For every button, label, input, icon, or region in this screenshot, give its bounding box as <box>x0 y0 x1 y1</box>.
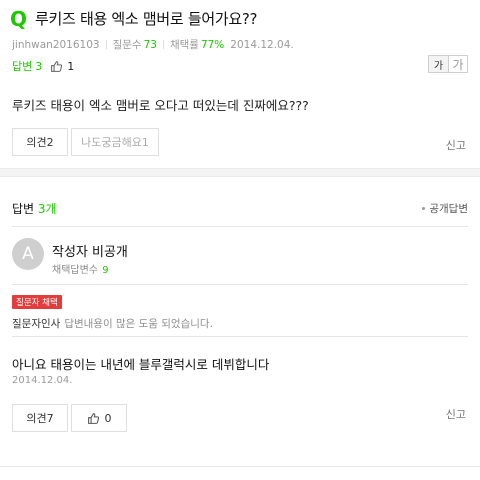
answer-date: 2014.12.04. <box>12 375 73 386</box>
public-answer-link[interactable]: 공개답변 <box>422 201 468 216</box>
meta-divider <box>162 40 164 49</box>
question-title-row: Q 루키즈 태용 엑소 맴버로 들어가요?? <box>10 6 258 31</box>
divider <box>12 226 468 227</box>
answer-adopt-count: 채택답변수 9 <box>52 261 109 276</box>
thanks-label: 질문자인사 <box>12 318 61 330</box>
thumbs-up-icon <box>87 412 99 424</box>
question-title: 루키즈 태용 엑소 맴버로 들어가요?? <box>35 10 258 28</box>
questioner-thanks: 질문자인사 답변내용이 많은 도움 되었습니다. <box>12 316 213 331</box>
answer-like-button[interactable]: 0 <box>71 404 127 432</box>
adopt-rate: 77% <box>200 38 225 51</box>
question-date: 2014.12.04. <box>230 38 294 51</box>
divider <box>0 466 480 467</box>
answer-label: 답변 <box>12 60 33 73</box>
font-size-large-button[interactable]: 가 <box>448 55 468 73</box>
answers-label: 답변 <box>12 202 35 216</box>
answers-count: 3개 <box>37 202 57 216</box>
divider <box>12 284 468 285</box>
adopt-count-label: 채택답변수 <box>52 265 98 276</box>
answer-like-count: 0 <box>104 411 112 425</box>
adopt-rate-label: 채택률 <box>169 39 199 51</box>
question-meta: jinhwan2016103 질문수 73 채택률 77% 2014.12.04… <box>12 37 294 52</box>
thumbs-up-icon[interactable] <box>50 60 63 73</box>
public-answer-label: 공개답변 <box>429 203 468 215</box>
answers-header: 답변 3개 <box>12 200 57 217</box>
answer-author: 작성자 비공개 <box>52 245 128 260</box>
thanks-text: 답변내용이 많은 도움 되었습니다. <box>64 318 213 330</box>
answer-opinion-button[interactable]: 의견7 <box>12 404 68 432</box>
question-count: 73 <box>143 38 157 51</box>
question-like-count: 1 <box>67 59 75 73</box>
font-size-controls: 가 가 <box>428 55 468 73</box>
question-opinion-button[interactable]: 의견2 <box>12 128 68 156</box>
answer-count: 3 <box>35 59 43 73</box>
adopt-count-value: 9 <box>102 265 109 276</box>
me-too-curious-button[interactable]: 나도궁금해요1 <box>71 128 159 156</box>
section-separator <box>0 168 480 177</box>
avatar: A <box>12 238 44 270</box>
question-body: 루키즈 태용이 엑소 맴버로 오다고 떠있는데 진짜에요??? <box>12 98 309 113</box>
question-stats: 답변 3 1 <box>12 58 74 74</box>
question-report-link[interactable]: 신고 <box>446 137 466 153</box>
bullet-icon <box>422 207 426 210</box>
answer-actions: 의견7 0 <box>12 404 127 432</box>
question-q-icon: Q <box>10 6 28 31</box>
question-actions: 의견2 나도궁금해요1 <box>12 128 159 156</box>
answer-body: 아니요 태용이는 내년에 블루갤럭시로 데뷔합니다 <box>12 357 270 372</box>
answer-report-link[interactable]: 신고 <box>446 406 466 422</box>
font-size-small-button[interactable]: 가 <box>428 55 448 73</box>
question-count-label: 질문수 <box>112 39 142 51</box>
adopted-badge: 질문자 채택 <box>12 295 62 309</box>
divider <box>12 336 468 337</box>
question-author[interactable]: jinhwan2016103 <box>12 39 100 51</box>
meta-divider <box>105 40 107 49</box>
